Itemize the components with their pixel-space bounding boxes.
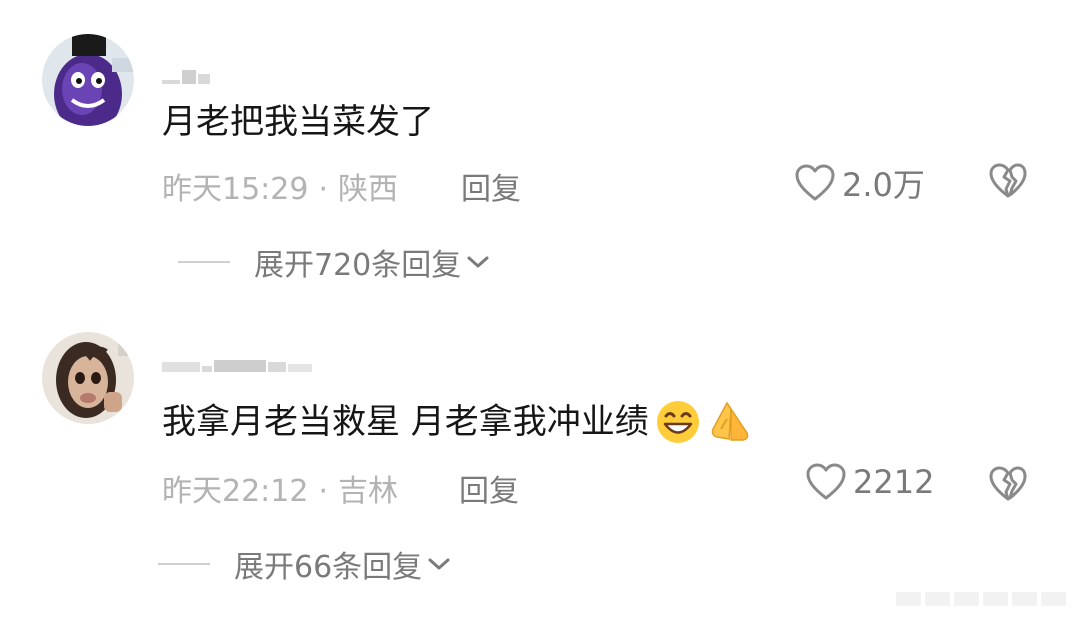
purple-eggplant-avatar-image <box>42 34 134 126</box>
chevron-down-icon <box>426 555 452 573</box>
comment-item: 我拿月老当救星 月老拿我冲业绩 昨天22:12 · 吉林 回复 2212 展开6… <box>0 300 1080 624</box>
comment-location: 陕西 <box>338 172 399 207</box>
meta-separator: · <box>318 474 329 509</box>
username-obscured[interactable] <box>162 62 226 84</box>
like-button[interactable]: 2.0万 <box>794 160 925 206</box>
like-count: 2212 <box>853 463 935 501</box>
girl-photo-avatar-image <box>42 332 134 424</box>
comment-meta: 昨天15:29 · 陕西 <box>162 164 398 208</box>
comment-location: 吉林 <box>338 474 399 509</box>
comment-text-content: 月老把我当菜发了 <box>162 102 434 142</box>
heart-outline-icon <box>795 164 835 201</box>
comment-text: 我拿月老当救星 月老拿我冲业绩 <box>162 399 753 445</box>
bottom-scroll-indicator <box>896 592 1066 606</box>
expand-replies-button[interactable]: 展开66条回复 <box>158 542 452 586</box>
comment-text-content: 我拿月老当救星 月老拿我冲业绩 <box>162 402 649 442</box>
comment-time: 昨天22:12 <box>162 474 309 509</box>
heart-outline-icon <box>806 463 846 500</box>
expand-divider <box>158 563 210 565</box>
grinning-squint-emoji <box>655 399 701 445</box>
like-count: 2.0万 <box>842 166 925 204</box>
expand-replies-label: 展开720条回复 <box>254 248 462 283</box>
expand-replies-label: 展开66条回复 <box>234 550 423 585</box>
chevron-down-icon <box>465 253 491 271</box>
comment-text: 月老把我当菜发了 <box>162 102 434 142</box>
reply-button[interactable]: 回复 <box>461 164 521 208</box>
expand-replies-button[interactable]: 展开720条回复 <box>178 240 491 284</box>
like-button[interactable]: 2212 <box>805 462 934 502</box>
meta-separator: · <box>318 172 329 207</box>
avatar[interactable] <box>42 34 134 126</box>
broken-heart-icon <box>989 466 1027 501</box>
expand-divider <box>178 261 230 263</box>
comment-meta: 昨天22:12 · 吉林 <box>162 466 398 510</box>
avatar[interactable] <box>42 332 134 424</box>
comment-time: 昨天15:29 <box>162 172 309 207</box>
dislike-button[interactable] <box>988 162 1028 200</box>
reply-button[interactable]: 回复 <box>459 466 519 510</box>
praying-hands-emoji <box>707 399 753 445</box>
broken-heart-icon <box>989 163 1027 198</box>
dislike-button[interactable] <box>988 465 1028 503</box>
username-obscured[interactable] <box>162 350 352 372</box>
comment-item: 月老把我当菜发了 昨天15:29 · 陕西 回复 2.0万 展开720条回复 <box>0 0 1080 300</box>
